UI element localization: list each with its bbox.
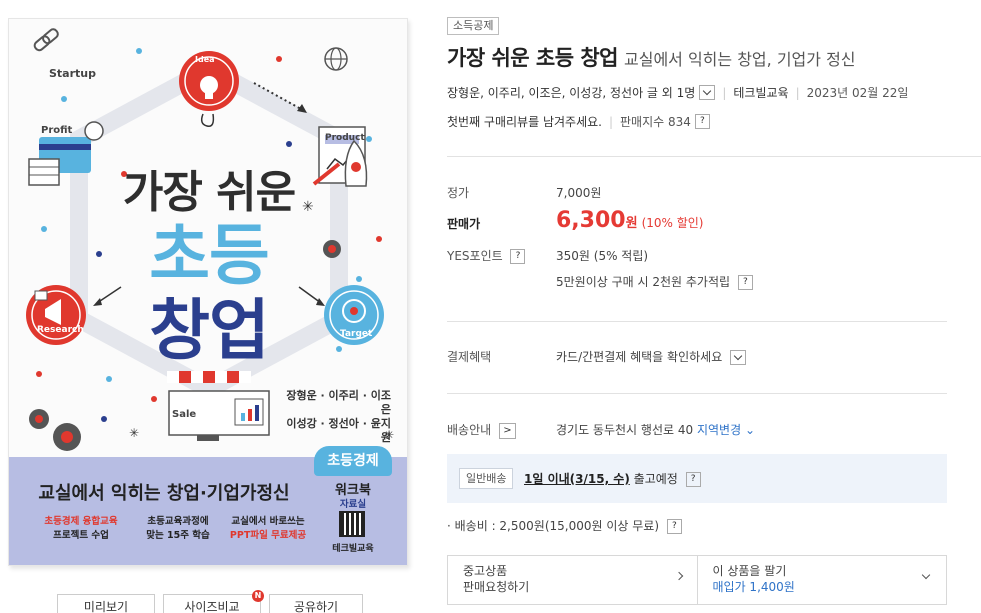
payment-benefit[interactable]: 카드/간편결제 혜택을 확인하세요 bbox=[556, 348, 747, 365]
cover-feature-1-line1: 초등경제 융합교육 bbox=[44, 516, 118, 527]
new-badge: N bbox=[252, 590, 264, 602]
size-compare-label: 사이즈비교 bbox=[184, 600, 240, 613]
cover-feature-2: 초등교육과정에 맞는 15주 학습 bbox=[133, 515, 223, 543]
book-cover[interactable]: ✳ ✳ ✳ Startup Idea Product Profit Resear… bbox=[8, 18, 408, 566]
cover-badge: 초등경제 bbox=[314, 446, 392, 476]
shipping-eta: 1일 이내(3/15, 수) 출고예정 ? bbox=[524, 470, 701, 487]
author-list[interactable]: 장형운, 이주리, 이조은, 이성강, 정선아 글 외 1명 bbox=[447, 84, 695, 101]
cover-button-row: 미리보기 사이즈비교 N 공유하기 bbox=[57, 590, 363, 613]
cover-publisher: 테크빌교육 bbox=[332, 544, 374, 554]
list-price-label: 정가 bbox=[447, 186, 470, 200]
cover-label-profit: Profit bbox=[41, 125, 73, 136]
sale-price-number: 6,300 bbox=[556, 208, 626, 233]
shipping-fee: · 배송비 : 2,500원(15,000원 이상 무료) ? bbox=[447, 517, 682, 534]
change-region-link[interactable]: 지역변경 ⌄ bbox=[697, 423, 755, 437]
divider bbox=[447, 321, 947, 322]
shipping-fee-text: · 배송비 : 2,500원(15,000원 이상 무료) bbox=[447, 519, 659, 533]
cover-workbook-sub: 자료실 bbox=[339, 499, 367, 510]
cover-label-startup: Startup bbox=[49, 67, 96, 80]
cover-authors: 장형운 · 이주리 · 이조은 이성강 · 정선아 · 윤지원 bbox=[279, 389, 391, 445]
cover-feature-2-line2: 맞는 15주 학습 bbox=[146, 530, 210, 541]
sales-index: 판매지수 834 bbox=[620, 115, 691, 129]
product-title: 가장 쉬운 초등 창업 bbox=[447, 46, 619, 70]
chevron-down-icon: ⌄ bbox=[744, 423, 756, 437]
used-sale-request[interactable]: 중고상품 판매요청하기 bbox=[448, 556, 697, 604]
sale-price: 6,300원 (10% 할인) bbox=[556, 208, 704, 233]
sales-index-help-icon[interactable]: ? bbox=[694, 114, 710, 129]
delivery-address-row: 경기도 동두천시 행선로 40 지역변경 ⌄ bbox=[556, 421, 755, 438]
category-badge[interactable]: 소득공제 bbox=[447, 17, 500, 35]
cover-title-line3: 창업 bbox=[149, 292, 269, 369]
product-meta: 장형운, 이주리, 이조은, 이성강, 정선아 글 외 1명 | 테크빌교육 |… bbox=[447, 84, 908, 101]
used-sale-request-sub: 판매요청하기 bbox=[463, 580, 530, 594]
publish-date: 2023년 02월 22일 bbox=[806, 86, 909, 100]
meta-divider: | bbox=[722, 85, 727, 100]
meta-divider: | bbox=[795, 85, 800, 100]
sell-this-item-title: 이 상품을 팔기 bbox=[712, 564, 787, 578]
publisher-link[interactable]: 테크빌교육 bbox=[733, 84, 788, 101]
cover-feature-3-line1: 교실에서 바로쓰는 bbox=[231, 516, 305, 527]
cover-authors-line2: 이성강 · 정선아 · 윤지원 bbox=[286, 417, 391, 444]
review-row: 첫번째 구매리뷰를 남겨주세요. | 판매지수 834 ? bbox=[447, 113, 710, 130]
discount-rate: (10% 할인) bbox=[641, 216, 704, 230]
product-title-row: 가장 쉬운 초등 창업 교실에서 익히는 창업, 기업가 정신 bbox=[447, 42, 856, 72]
preview-button[interactable]: 미리보기 bbox=[57, 594, 155, 613]
meta-divider: | bbox=[608, 114, 614, 129]
divider bbox=[447, 393, 947, 394]
sale-price-label: 판매가 bbox=[447, 217, 481, 231]
delivery-address: 경기도 동두천시 행선로 40 bbox=[556, 423, 694, 437]
product-subtitle: 교실에서 익히는 창업, 기업가 정신 bbox=[624, 50, 856, 69]
delivery-label: 배송안내 > bbox=[447, 421, 516, 439]
payment-label: 결제혜택 bbox=[447, 350, 492, 364]
share-button[interactable]: 공유하기 bbox=[269, 594, 363, 613]
cover-authors-line1: 장형운 · 이주리 · 이조은 bbox=[286, 389, 391, 416]
payment-dropdown-icon[interactable] bbox=[730, 350, 747, 365]
size-compare-button[interactable]: 사이즈비교 N bbox=[163, 590, 264, 613]
divider bbox=[447, 156, 981, 157]
delivery-info-arrow-icon[interactable]: > bbox=[499, 422, 516, 439]
authors-dropdown-icon[interactable] bbox=[699, 85, 716, 100]
extra-points-text: 5만원이상 구매 시 2천원 추가적립 bbox=[556, 275, 731, 289]
payment-benefit-text: 카드/간편결제 혜택을 확인하세요 bbox=[556, 350, 723, 364]
points-help-icon[interactable]: ? bbox=[510, 249, 526, 264]
cover-feature-1: 초등경제 융합교육 프로젝트 수업 bbox=[31, 515, 131, 543]
list-price-value: 7,000원 bbox=[556, 186, 602, 200]
cover-feature-3: 교실에서 바로쓰는 PPT파일 무료제공 bbox=[223, 515, 313, 543]
delivery-label-text: 배송안내 bbox=[447, 423, 492, 437]
cover-feature-2-line1: 초등교육과정에 bbox=[147, 516, 209, 527]
shipping-help-icon[interactable]: ? bbox=[685, 472, 701, 487]
svg-text:✳: ✳ bbox=[129, 426, 139, 440]
qr-code-icon bbox=[339, 511, 365, 537]
change-region-label: 지역변경 bbox=[696, 423, 742, 437]
shipping-estimate-box: 일반배송 1일 이내(3/15, 수) 출고예정 ? bbox=[447, 454, 947, 503]
used-product-box: 중고상품 판매요청하기 이 상품을 팔기 매입가 1,400원 bbox=[447, 555, 947, 605]
shipping-fee-help-icon[interactable]: ? bbox=[666, 519, 682, 534]
cover-band-title: 교실에서 익히는 창업·기업가정신 bbox=[38, 483, 290, 504]
points-label: YES포인트 ? bbox=[447, 247, 526, 264]
extra-points: 5만원이상 구매 시 2천원 추가적립 ? bbox=[556, 273, 753, 290]
points-label-text: YES포인트 bbox=[447, 249, 503, 263]
cover-label-sale: Sale bbox=[172, 409, 197, 420]
cover-feature-1-line2: 프로젝트 수업 bbox=[53, 530, 109, 541]
cover-feature-3-line2: PPT파일 무료제공 bbox=[229, 530, 307, 541]
sale-price-unit: 원 bbox=[625, 216, 638, 231]
sell-this-item[interactable]: 이 상품을 팔기 매입가 1,400원 bbox=[696, 556, 947, 604]
points-value: 350원 (5% 적립) bbox=[556, 249, 649, 263]
shipping-type-tag: 일반배송 bbox=[459, 468, 514, 489]
shipping-eta-suffix: 출고예정 bbox=[633, 472, 678, 486]
used-sale-request-title: 중고상품 bbox=[463, 564, 508, 578]
shipping-eta-date[interactable]: 1일 이내(3/15, 수) bbox=[524, 472, 630, 486]
cover-label-idea: Idea bbox=[195, 55, 215, 64]
extra-points-help-icon[interactable]: ? bbox=[737, 275, 753, 290]
cover-label-product: Product bbox=[325, 133, 365, 143]
buyback-price: 매입가 1,400원 bbox=[712, 580, 795, 594]
review-prompt-link[interactable]: 첫번째 구매리뷰를 남겨주세요. bbox=[447, 113, 602, 130]
